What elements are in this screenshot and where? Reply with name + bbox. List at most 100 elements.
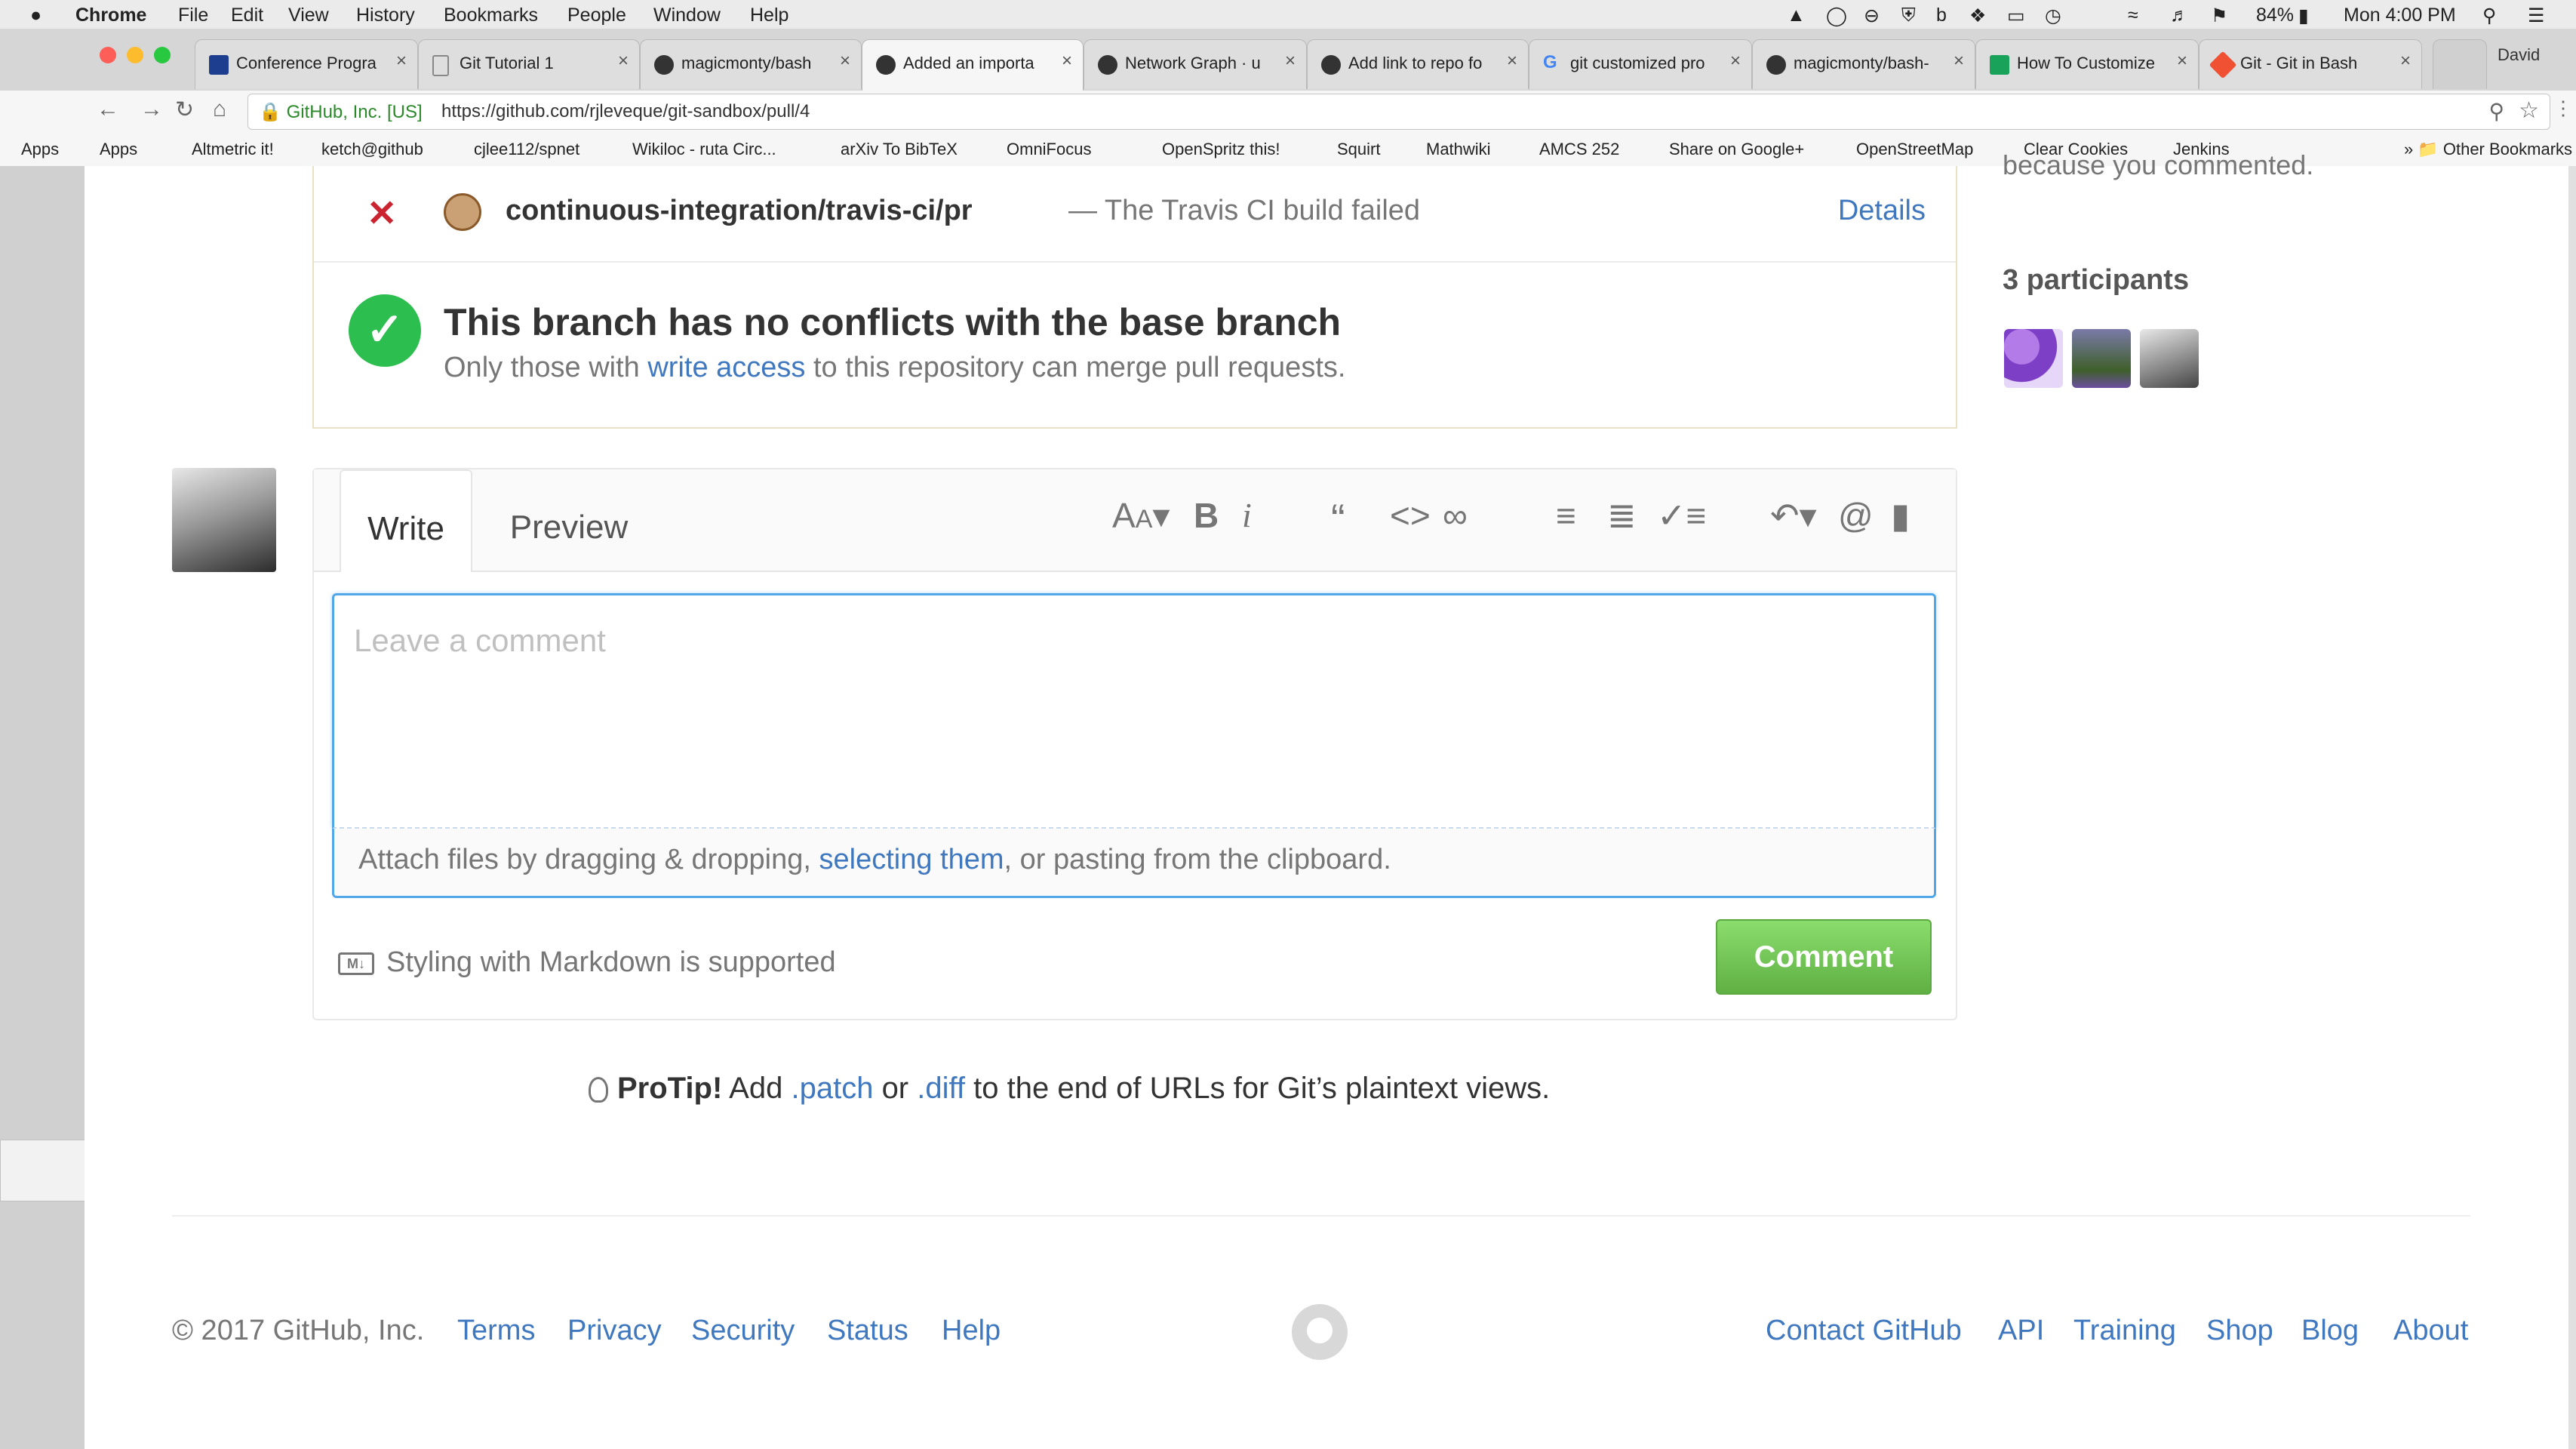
volume-icon[interactable]: ♬: [2170, 5, 2189, 26]
browser-tab[interactable]: Add link to repo fo ×: [1307, 39, 1529, 89]
reload-icon[interactable]: ↻: [175, 97, 194, 123]
footer-link-shop[interactable]: Shop: [2206, 1315, 2273, 1347]
drive-icon[interactable]: ▲: [1787, 5, 1806, 26]
browser-tab[interactable]: Conference Progra ×: [195, 39, 418, 89]
participant-avatar[interactable]: [2140, 329, 2199, 388]
italic-icon[interactable]: i: [1242, 498, 1252, 533]
onepassword-icon[interactable]: ◯: [1826, 5, 1847, 27]
chrome-menu-icon[interactable]: ⋮: [2553, 97, 2573, 120]
apple-menu-icon[interactable]: ●: [30, 5, 41, 26]
bookmark-apps[interactable]: Apps: [21, 140, 59, 159]
bookmark-item[interactable]: Share on Google+: [1669, 140, 1804, 159]
participant-avatar[interactable]: [2004, 329, 2063, 388]
reply-icon[interactable]: ↶▾: [1770, 498, 1817, 533]
close-tab-icon[interactable]: ×: [1285, 51, 1296, 72]
close-tab-icon[interactable]: ×: [1507, 51, 1517, 72]
footer-link-terms[interactable]: Terms: [457, 1315, 535, 1347]
bookmark-item[interactable]: OpenStreetMap: [1856, 140, 1973, 159]
browser-tab-active[interactable]: Added an importa ×: [862, 39, 1084, 91]
bookmark-apps[interactable]: Apps: [100, 140, 137, 159]
time-machine-icon[interactable]: ◷: [2045, 5, 2061, 27]
close-tab-icon[interactable]: ×: [1954, 51, 1964, 72]
menu-view[interactable]: View: [288, 5, 329, 26]
close-tab-icon[interactable]: ×: [2177, 51, 2187, 72]
numbered-list-icon[interactable]: ≣: [1607, 498, 1637, 533]
footer-link-status[interactable]: Status: [827, 1315, 908, 1347]
github-octocat-icon[interactable]: [1292, 1304, 1348, 1360]
bookmark-item[interactable]: OmniFocus: [1007, 140, 1091, 159]
scrollbar[interactable]: [2568, 166, 2576, 1449]
url-text[interactable]: https://github.com/rjleveque/git-sandbox…: [441, 101, 810, 122]
browser-tab[interactable]: Git - Git in Bash ×: [2199, 39, 2422, 89]
close-tab-icon[interactable]: ×: [1730, 51, 1741, 72]
tab-preview[interactable]: Preview: [486, 469, 652, 572]
footer-link-contact[interactable]: Contact GitHub: [1766, 1315, 1962, 1347]
markdown-help-link[interactable]: Styling with Markdown is supported: [386, 946, 836, 979]
select-files-link[interactable]: selecting them: [819, 844, 1004, 875]
close-tab-icon[interactable]: ×: [396, 51, 407, 72]
menu-people[interactable]: People: [567, 5, 626, 26]
footer-link-security[interactable]: Security: [691, 1315, 795, 1347]
wifi-icon[interactable]: ≈: [2128, 5, 2138, 26]
close-tab-icon[interactable]: ×: [1062, 51, 1072, 72]
bookmark-item[interactable]: Squirt: [1337, 140, 1380, 159]
shield-icon[interactable]: ⛨: [1901, 5, 1916, 26]
user-avatar[interactable]: [172, 468, 276, 572]
home-icon[interactable]: ⌂: [213, 97, 226, 122]
patch-link[interactable]: .patch: [791, 1072, 873, 1105]
browser-tab[interactable]: magicmonty/bash- ×: [1752, 39, 1975, 89]
footer-link-help[interactable]: Help: [942, 1315, 1001, 1347]
bulleted-list-icon[interactable]: ≡: [1556, 498, 1576, 533]
timer-icon[interactable]: ⊖: [1864, 5, 1880, 27]
bookmark-item[interactable]: ketch@github: [321, 140, 423, 159]
close-window-icon[interactable]: [100, 47, 116, 63]
bold-icon[interactable]: B: [1194, 498, 1219, 533]
zoom-icon[interactable]: ⚲: [2488, 99, 2504, 124]
footer-link-training[interactable]: Training: [2073, 1315, 2176, 1347]
security-indicator[interactable]: 🔒 GitHub, Inc. [US]: [259, 101, 423, 123]
bookmark-item[interactable]: Wikiloc - ruta Circ...: [632, 140, 776, 159]
bookmark-item[interactable]: Mathwiki: [1426, 140, 1491, 159]
bookmark-item[interactable]: OpenSpritz this!: [1162, 140, 1280, 159]
menu-history[interactable]: History: [356, 5, 415, 26]
code-icon[interactable]: <>: [1390, 498, 1431, 533]
notification-center-icon[interactable]: ☰: [2528, 5, 2544, 27]
text-size-icon[interactable]: AA▾: [1112, 498, 1170, 533]
menu-chrome[interactable]: Chrome: [75, 5, 146, 26]
forward-icon[interactable]: →: [140, 97, 163, 122]
saved-replies-icon[interactable]: ▮: [1891, 498, 1910, 533]
address-bar[interactable]: 🔒 GitHub, Inc. [US] https://github.com/r…: [247, 94, 2550, 130]
footer-link-api[interactable]: API: [1998, 1315, 2044, 1347]
menu-help[interactable]: Help: [750, 5, 788, 26]
menu-file[interactable]: File: [178, 5, 208, 26]
details-link[interactable]: Details: [1838, 195, 1926, 227]
bookmark-item[interactable]: cjlee112/spnet: [474, 140, 579, 159]
footer-link-privacy[interactable]: Privacy: [567, 1315, 662, 1347]
browser-tab[interactable]: magicmonty/bash ×: [640, 39, 862, 89]
menu-window[interactable]: Window: [653, 5, 721, 26]
dropbox-icon[interactable]: ❖: [1969, 5, 1986, 27]
markdown-icon[interactable]: M↓: [338, 952, 374, 975]
file-drop-zone[interactable]: Attach files by dragging & dropping, sel…: [332, 829, 1936, 898]
browser-tab[interactable]: How To Customize ×: [1975, 39, 2199, 89]
quote-icon[interactable]: “: [1331, 498, 1345, 540]
new-tab-button[interactable]: [2433, 39, 2487, 89]
bookmark-item[interactable]: AMCS 252: [1539, 140, 1619, 159]
footer-link-blog[interactable]: Blog: [2301, 1315, 2359, 1347]
profile-button[interactable]: David: [2498, 45, 2540, 65]
bookmark-star-icon[interactable]: ☆: [2519, 97, 2539, 124]
participant-avatar[interactable]: [2072, 329, 2131, 388]
back-icon[interactable]: ←: [97, 97, 119, 122]
mention-icon[interactable]: @: [1838, 498, 1874, 533]
minimize-window-icon[interactable]: [127, 47, 143, 63]
browser-tab[interactable]: Git Tutorial 1 ×: [418, 39, 640, 89]
close-tab-icon[interactable]: ×: [618, 51, 629, 72]
diff-link[interactable]: .diff: [917, 1072, 965, 1105]
background-window-tab[interactable]: [0, 1140, 86, 1201]
browser-tab[interactable]: Network Graph · u ×: [1084, 39, 1307, 89]
comment-button[interactable]: Comment: [1716, 919, 1932, 995]
bookmark-item[interactable]: arXiv To BibTeX: [841, 140, 958, 159]
link-icon[interactable]: ∞: [1443, 498, 1468, 533]
zoom-window-icon[interactable]: [154, 47, 171, 63]
bookmark-item[interactable]: Altmetric it!: [192, 140, 274, 159]
